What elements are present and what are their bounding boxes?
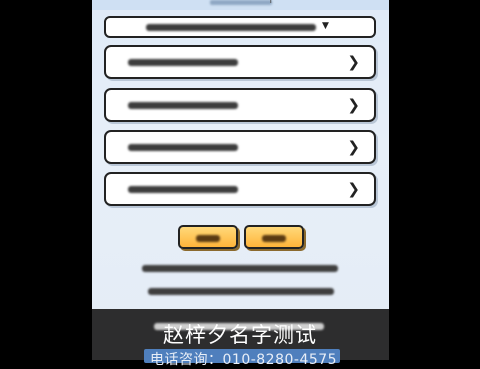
name-row-1[interactable]: ❯ xyxy=(104,45,376,79)
page-title xyxy=(210,0,272,5)
footer-links-row-2[interactable] xyxy=(148,288,334,295)
chevron-right-icon: ❯ xyxy=(347,180,360,198)
chevron-right-icon: ❯ xyxy=(347,53,360,71)
prev-page-button[interactable] xyxy=(178,225,238,249)
phone-screen: Y ▼ ❯ ❯ ❯ ❯ xyxy=(92,0,389,360)
next-page-label xyxy=(262,235,286,242)
name-row-4[interactable]: ❯ xyxy=(104,172,376,206)
chevron-right-icon: ❯ xyxy=(347,138,360,156)
category-selector[interactable]: ▼ xyxy=(104,16,376,38)
phone-consult-text[interactable]: 电话咨询：010-8280-4575 xyxy=(150,349,337,369)
name-row-label xyxy=(128,59,238,66)
footer-links-row-1[interactable] xyxy=(142,265,338,272)
next-page-button[interactable] xyxy=(244,225,304,249)
name-row-label xyxy=(128,186,238,193)
name-row-2[interactable]: ❯ xyxy=(104,88,376,122)
chevron-down-icon: ▼ xyxy=(322,21,329,31)
top-title-bar: Y xyxy=(92,0,389,10)
chevron-right-icon: ❯ xyxy=(347,96,360,114)
name-row-3[interactable]: ❯ xyxy=(104,130,376,164)
name-row-label xyxy=(128,144,238,151)
name-row-label xyxy=(128,102,238,109)
prev-page-label xyxy=(196,235,220,242)
selector-label xyxy=(146,24,316,31)
title-y-mark: Y xyxy=(268,0,274,6)
video-caption: 赵梓夕名字测试 xyxy=(163,323,317,347)
